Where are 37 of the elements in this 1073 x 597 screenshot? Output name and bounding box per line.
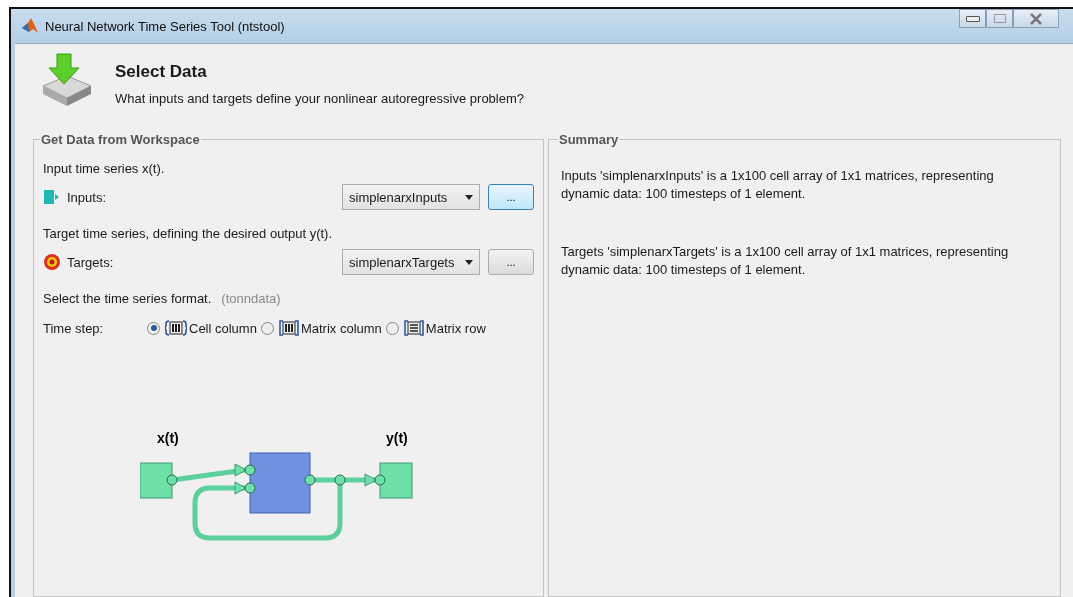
variable-dropdown[interactable]: simplenarxTargets	[342, 249, 480, 275]
window-title: Neural Network Time Series Tool (ntstool)	[45, 18, 285, 34]
peak-logo-icon	[21, 17, 39, 35]
browse-button[interactable]: ...	[488, 184, 534, 210]
browse-button[interactable]: ...	[488, 249, 534, 275]
panel-title: Get Data from Workspace	[40, 132, 201, 147]
target-icon	[43, 253, 61, 271]
radio-button[interactable]	[147, 321, 160, 335]
field-label: Inputs:	[67, 189, 108, 205]
panel-title: Summary	[558, 132, 620, 147]
output-signal-label: y(t)	[386, 430, 408, 446]
close-icon	[1029, 12, 1043, 25]
field-label: Targets:	[67, 254, 115, 270]
format-radio-option[interactable]: Matrix column	[260, 320, 382, 336]
cell-array-icon	[165, 320, 187, 336]
minimize-button[interactable]	[959, 9, 986, 28]
matrix-columns-icon	[278, 320, 299, 336]
format-name: (tonndata)	[221, 291, 281, 306]
format-radio-option[interactable]: Matrix row	[385, 320, 486, 336]
caret-icon	[465, 194, 473, 200]
matrix-rows-icon	[403, 320, 424, 336]
series-description: Target time series, defining the desired output y(t).	[43, 226, 334, 241]
radio-button[interactable]	[385, 321, 399, 335]
summary-text: Inputs 'simplenarxInputs' is a 1x100 cell array of 1x1 matrices, representing dynamic data: 100 timesteps of 1 element.	[561, 167, 995, 203]
format-radio-option[interactable]: Cell column	[147, 320, 257, 336]
page-title: Select Data	[115, 62, 208, 82]
page-subtitle: What inputs and targets define your nonlinear autoregressive problem?	[115, 91, 525, 106]
radio-button[interactable]	[260, 321, 274, 335]
format-hint: Select the time series format.	[43, 291, 212, 306]
series-description: Input time series x(t).	[43, 161, 166, 176]
input-port-icon	[43, 188, 61, 206]
input-signal-label: x(t)	[157, 430, 179, 446]
variable-dropdown[interactable]: simplenarxInputs	[342, 184, 480, 210]
close-button[interactable]	[1013, 9, 1059, 28]
caret-icon	[465, 259, 473, 265]
summary-text: Targets 'simplenarxTargets' is a 1x100 cell array of 1x1 matrices, representing dynamic data: 100 timesteps of 1 element.	[561, 243, 1010, 279]
time-step-label: Time step:	[43, 320, 105, 336]
